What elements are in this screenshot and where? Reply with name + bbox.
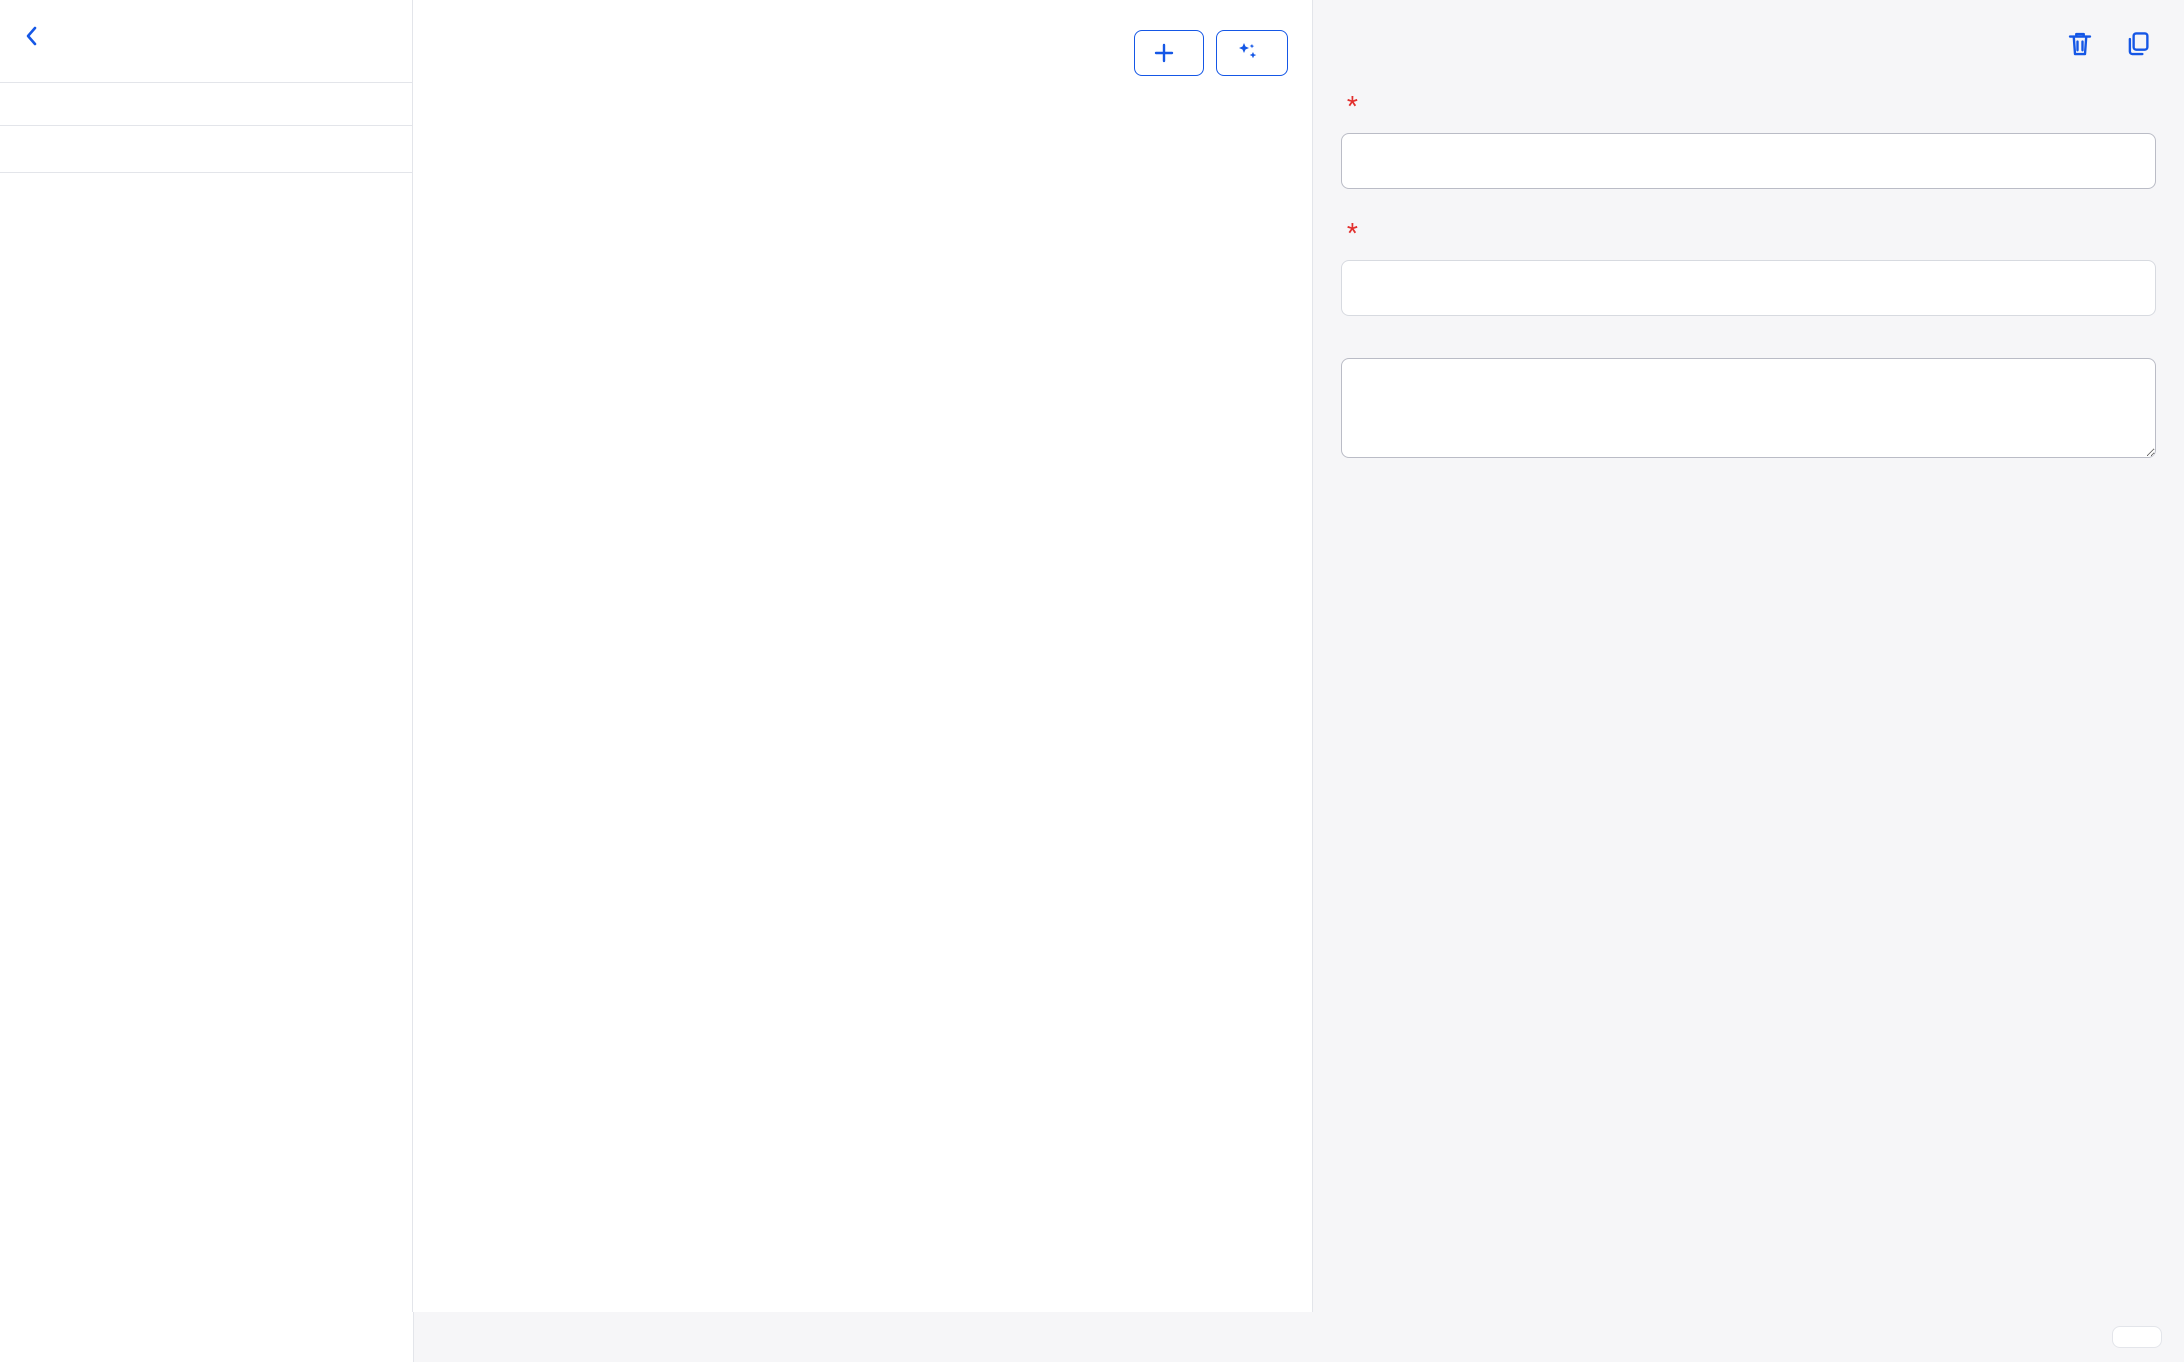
- duplicate-variation-button[interactable]: [2120, 26, 2156, 62]
- configure-variation-panel: * *: [1313, 0, 2184, 1312]
- name-label: *: [1341, 92, 2156, 121]
- sidebar-header: [0, 14, 412, 54]
- revert-button[interactable]: [2066, 1327, 2094, 1347]
- key-input: [1341, 260, 2156, 316]
- rulesets-header: [0, 83, 412, 126]
- variations-table-header: [437, 178, 1288, 208]
- main-header: [437, 30, 1288, 76]
- add-variations-button[interactable]: [1134, 30, 1204, 76]
- name-input[interactable]: [1341, 133, 2156, 189]
- panel-header: [1341, 26, 2156, 62]
- field-name: *: [1341, 92, 2156, 189]
- required-star: *: [1347, 219, 1358, 248]
- chevron-left-icon: [22, 24, 42, 48]
- back-link[interactable]: [22, 24, 44, 48]
- save-button[interactable]: [2112, 1326, 2162, 1348]
- sparkle-icon: [1235, 41, 1259, 65]
- plus-icon: [1153, 42, 1175, 64]
- variations-intro: [437, 112, 1288, 148]
- description-input[interactable]: [1341, 358, 2156, 458]
- key-label: *: [1341, 219, 2156, 248]
- copy-icon: [2123, 29, 2153, 59]
- field-key: *: [1341, 219, 2156, 316]
- flag-setup-header: [0, 126, 412, 173]
- main-panel: [413, 0, 1313, 1312]
- panel-actions: [2062, 26, 2156, 62]
- variations-table: [437, 178, 1288, 208]
- sidebar: [0, 0, 413, 1312]
- brainstorm-button[interactable]: [1216, 30, 1288, 76]
- footer: [413, 1312, 2184, 1362]
- field-description: [1341, 346, 2156, 458]
- main-actions: [1134, 30, 1288, 76]
- delete-variation-button[interactable]: [2062, 26, 2098, 62]
- trash-icon: [2065, 29, 2095, 59]
- required-star: *: [1347, 92, 1358, 121]
- app-root: * *: [0, 0, 2184, 1362]
